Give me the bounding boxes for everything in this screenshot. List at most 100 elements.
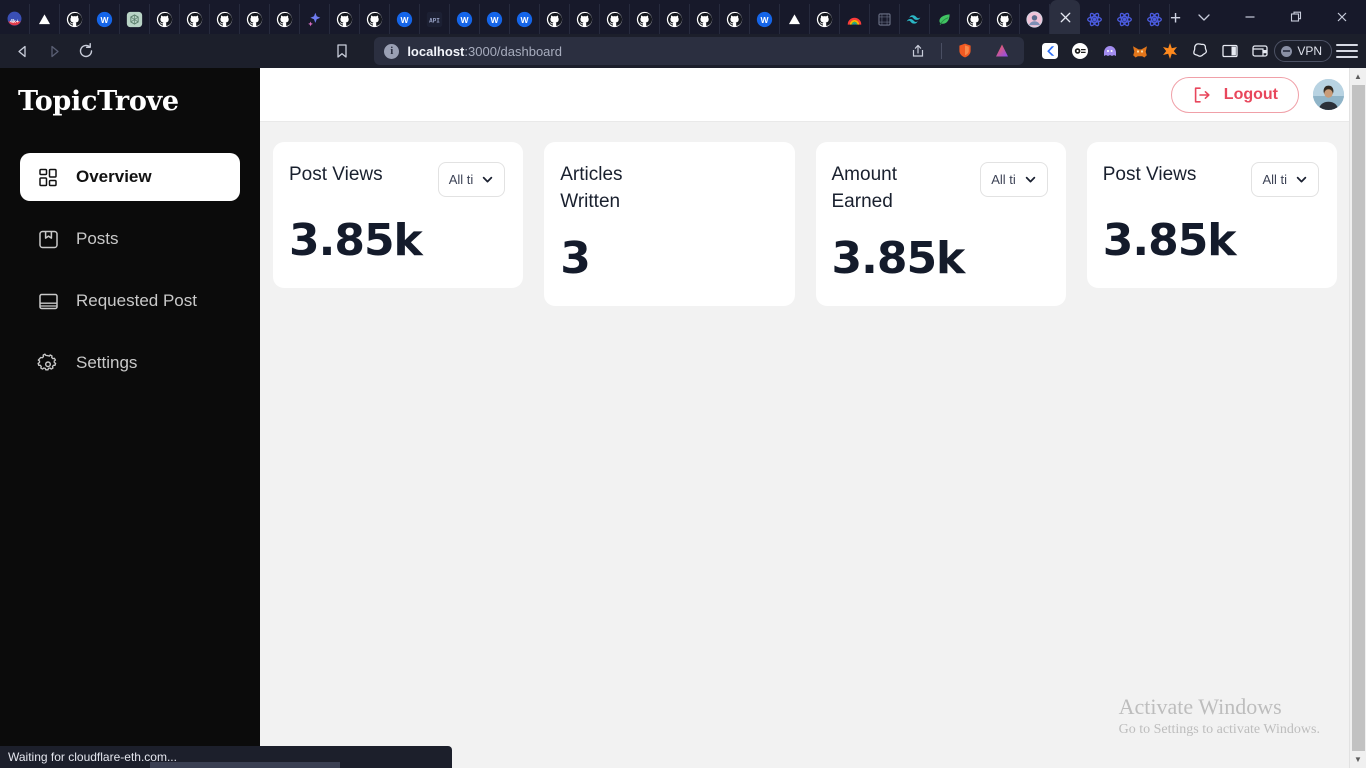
sidebar-toggle[interactable]	[1220, 41, 1240, 61]
wallet-extension[interactable]	[1250, 41, 1270, 61]
browser-tab[interactable]: W	[90, 4, 120, 34]
browser-tab[interactable]	[60, 4, 90, 34]
page-viewport: TopicTrove Overview Posts Requested Post Se…	[0, 68, 1366, 768]
scroll-down-arrow[interactable]: ▼	[1350, 751, 1366, 768]
back-icon[interactable]	[8, 37, 36, 65]
browser-menu-icon[interactable]	[1336, 40, 1358, 62]
timeframe-label: All ti	[991, 172, 1016, 187]
browser-tab[interactable]	[240, 4, 270, 34]
grid-icon	[36, 165, 60, 189]
sidebar-item-label: Overview	[76, 167, 152, 186]
github-icon	[66, 11, 83, 28]
browser-tab[interactable]	[360, 4, 390, 34]
new-tab-button[interactable]: +	[1170, 4, 1181, 34]
github-icon	[996, 11, 1013, 28]
browser-tab[interactable]	[810, 4, 840, 34]
triangle-icon	[36, 11, 53, 28]
browser-tab[interactable]: 4k+	[0, 4, 30, 34]
olympus-extension[interactable]	[1070, 41, 1090, 61]
stat-card-header: Articles Written	[560, 162, 776, 215]
browser-tab[interactable]	[930, 4, 960, 34]
browser-tab[interactable]	[900, 4, 930, 34]
brave-rewards-icon[interactable]	[988, 37, 1016, 65]
starburst-extension[interactable]	[1160, 41, 1180, 61]
address-bar[interactable]: i localhost:3000/dashboard	[374, 37, 1025, 65]
stat-card-title: Articles Written	[560, 164, 623, 212]
browser-tab[interactable]: W	[510, 4, 540, 34]
metamask-extension[interactable]	[1130, 41, 1150, 61]
app-topbar: Logout	[260, 68, 1366, 122]
browser-tab[interactable]	[990, 4, 1020, 34]
minimize-icon[interactable]	[1227, 0, 1273, 34]
logout-button[interactable]: Logout	[1170, 76, 1299, 113]
browser-tab[interactable]	[570, 4, 600, 34]
share-icon[interactable]	[904, 37, 932, 65]
svg-text:W: W	[520, 14, 529, 24]
brave-shields-icon[interactable]	[951, 37, 979, 65]
timeframe-dropdown[interactable]: All ti	[437, 162, 506, 197]
vpn-status-dot	[1281, 45, 1293, 57]
blob-extension[interactable]	[1190, 41, 1210, 61]
page-scrollbar[interactable]: ▲ ▼	[1349, 68, 1366, 768]
avatar[interactable]	[1313, 79, 1344, 110]
browser-tab[interactable]	[1080, 4, 1110, 34]
browser-tab[interactable]	[960, 4, 990, 34]
forward-icon[interactable]	[40, 37, 68, 65]
browser-tab[interactable]	[840, 4, 870, 34]
browser-tab[interactable]	[180, 4, 210, 34]
github-icon	[186, 11, 203, 28]
vpn-button[interactable]: VPN	[1274, 40, 1332, 62]
browser-tab[interactable]	[1110, 4, 1140, 34]
stat-card-header: Post Views All ti	[289, 162, 506, 197]
phantom-extension[interactable]	[1100, 41, 1120, 61]
browser-tab[interactable]	[660, 4, 690, 34]
timeframe-dropdown[interactable]: All ti	[1251, 162, 1319, 197]
browser-tab[interactable]	[150, 4, 180, 34]
chevron-down-icon	[1024, 173, 1037, 186]
w-circle-icon: W	[96, 11, 113, 28]
browser-tab[interactable]	[1140, 4, 1170, 34]
browser-tab[interactable]: W	[750, 4, 780, 34]
browser-tab[interactable]: W	[450, 4, 480, 34]
browser-tab[interactable]	[630, 4, 660, 34]
sidebar-item-requested-post[interactable]: Requested Post	[20, 277, 240, 325]
browser-tab[interactable]	[270, 4, 300, 34]
sidebar-item-overview[interactable]: Overview	[20, 153, 240, 201]
scrollbar-thumb[interactable]	[1351, 84, 1365, 752]
browser-tab[interactable]: W	[480, 4, 510, 34]
svg-text:W: W	[490, 14, 499, 24]
bookmark-icon[interactable]	[328, 37, 356, 65]
stat-card: Post Views All ti 3.85k	[273, 142, 524, 288]
browser-tab[interactable]	[1020, 4, 1050, 34]
vertical-tabs-icon[interactable]	[1181, 0, 1227, 34]
scroll-up-arrow[interactable]: ▲	[1350, 68, 1366, 85]
site-info-icon[interactable]: i	[384, 43, 400, 59]
watermark-title: Activate Windows	[1118, 694, 1282, 719]
sidebar-item-settings[interactable]: Settings	[20, 339, 240, 387]
svg-text:4k+: 4k+	[10, 18, 19, 24]
browser-tab[interactable]	[600, 4, 630, 34]
browser-window: 4k+ W W API W W W W + i localhost:3000/d…	[0, 0, 1366, 768]
browser-tab[interactable]	[210, 4, 240, 34]
stat-card-value: 3.85k	[289, 215, 423, 266]
browser-tab[interactable]	[120, 4, 150, 34]
browser-tab[interactable]	[330, 4, 360, 34]
browser-tab[interactable]	[30, 4, 60, 34]
github-icon	[216, 11, 233, 28]
maximize-icon[interactable]	[1273, 0, 1319, 34]
sidebar-item-posts[interactable]: Posts	[20, 215, 240, 263]
kite-extension[interactable]	[1040, 41, 1060, 61]
browser-tab[interactable]: API	[420, 4, 450, 34]
browser-tab[interactable]: W	[390, 4, 420, 34]
browser-tab[interactable]	[540, 4, 570, 34]
close-window-icon[interactable]	[1319, 0, 1365, 34]
browser-tab[interactable]	[300, 4, 330, 34]
browser-tab[interactable]	[780, 4, 810, 34]
timeframe-dropdown[interactable]: All ti	[980, 162, 1048, 197]
active-tab[interactable]	[1050, 0, 1080, 34]
w-circle-icon: W	[486, 11, 503, 28]
browser-tab[interactable]	[690, 4, 720, 34]
browser-tab[interactable]	[720, 4, 750, 34]
reload-icon[interactable]	[72, 37, 100, 65]
browser-tab[interactable]	[870, 4, 900, 34]
